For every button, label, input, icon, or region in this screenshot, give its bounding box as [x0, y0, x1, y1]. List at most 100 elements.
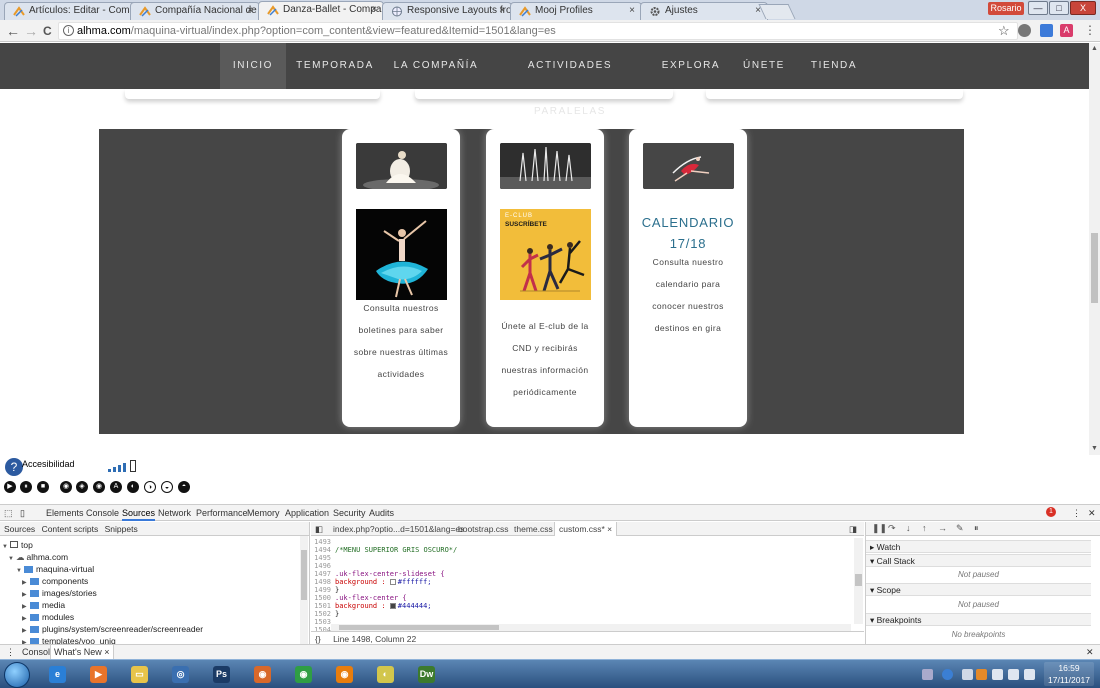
color-swatch[interactable]	[389, 579, 396, 585]
editor-vertical-scrollbar[interactable]	[854, 538, 863, 624]
bookmark-star-icon[interactable]: ☆	[998, 23, 1010, 39]
back-button[interactable]: ←	[6, 23, 20, 39]
eclub-card[interactable]: E-CLUB SUSCRÍBETE Únete al E-club de la …	[486, 129, 604, 427]
tab-application[interactable]: Application	[285, 508, 329, 518]
firefox-icon[interactable]: ◉	[245, 663, 279, 687]
pause-icon[interactable]: ⏸	[20, 481, 32, 493]
browser-tab[interactable]: Compañía Nacional de D ×	[130, 2, 260, 20]
scrollbar-thumb[interactable]	[301, 550, 307, 600]
breakpoints-pane-header[interactable]: ▾ Breakpoints	[866, 613, 1091, 626]
file-tab[interactable]: index.php?optio...d=1501&lang=es	[333, 524, 464, 534]
drawer-close-icon[interactable]: ✕	[1086, 647, 1094, 658]
deactivate-breakpoints-icon[interactable]: ✎	[956, 523, 964, 534]
accessibility-option-icon[interactable]: ◈	[76, 481, 88, 493]
extension-icon[interactable]	[1040, 24, 1053, 37]
photoshop-icon[interactable]: Ps	[204, 663, 238, 687]
pause-on-exceptions-icon[interactable]: ⏸	[974, 523, 979, 534]
nav-item-tienda[interactable]: TIENDA	[806, 43, 862, 89]
code-line[interactable]: 1494 /*MENU SUPERIOR GRIS OSCURO*/	[311, 546, 856, 554]
scrollbar-thumb[interactable]	[855, 574, 862, 586]
code-line[interactable]: 1499}	[311, 586, 856, 594]
tree-item[interactable]: ▶ components	[22, 576, 88, 586]
app-icon[interactable]: ◎	[163, 663, 197, 687]
help-tray-icon[interactable]	[942, 669, 953, 680]
stop-icon[interactable]: ■	[37, 481, 49, 493]
debugger-toggle-icon[interactable]: ◨	[849, 524, 857, 535]
inspect-element-icon[interactable]: ⬚	[4, 508, 13, 519]
contrast-icon[interactable]: ◒	[161, 481, 173, 493]
close-icon[interactable]: ×	[247, 5, 253, 16]
code-line[interactable]: 1495	[311, 554, 856, 562]
network-tray-icon[interactable]	[1008, 669, 1019, 680]
tree-item[interactable]: ▶ media	[22, 600, 65, 610]
device-toggle-icon[interactable]: ▯	[20, 508, 25, 519]
code-line[interactable]: 1498 background : #ffffff;	[311, 578, 856, 586]
browser-menu-icon[interactable]: ⋮	[1084, 22, 1096, 38]
system-clock[interactable]: 16:59 17/11/2017	[1044, 662, 1094, 686]
file-tab[interactable]: theme.css	[514, 524, 553, 534]
volume-tray-icon[interactable]	[1024, 669, 1035, 680]
close-icon[interactable]: ×	[499, 5, 505, 16]
code-line[interactable]: 1493	[311, 538, 856, 546]
window-close-button[interactable]: X	[1070, 1, 1096, 15]
accessibility-option-icon[interactable]: ◉	[60, 481, 72, 493]
nav-item-temporada[interactable]: TEMPORADA	[296, 43, 374, 89]
code-lines[interactable]: 1493 1494/*MENU SUPERIOR GRIS OSCURO*/149…	[311, 538, 856, 634]
line-number[interactable]: 1499	[311, 586, 331, 594]
tab-audits[interactable]: Audits	[369, 508, 394, 518]
browser-tab[interactable]: Responsive Layouts from ×	[382, 2, 512, 20]
browser-tab[interactable]: Ajustes ×	[640, 2, 768, 20]
nav-item-inicio[interactable]: INICIO	[220, 43, 286, 89]
line-number[interactable]: 1494	[311, 546, 331, 554]
line-number[interactable]: 1495	[311, 554, 331, 562]
font-size-icon[interactable]: A	[110, 481, 122, 493]
tree-item[interactable]: ▼ top	[2, 540, 33, 550]
subtab-sources[interactable]: Sources	[4, 524, 35, 534]
line-number[interactable]: 1502	[311, 610, 331, 618]
tray-icon[interactable]	[922, 669, 933, 680]
scroll-down-arrow-icon[interactable]: ▼	[1091, 445, 1098, 452]
profile-badge[interactable]: Rosario	[988, 2, 1024, 15]
code-line[interactable]: 1501 background : #444444;	[311, 602, 856, 610]
scope-pane-header[interactable]: ▾ Scope	[866, 583, 1091, 596]
tree-item[interactable]: ▶ images/stories	[22, 588, 97, 598]
browser-tab[interactable]: Artículos: Editar - Compa ×	[4, 2, 142, 20]
line-number[interactable]: 1497	[311, 570, 331, 578]
line-number[interactable]: 1501	[311, 602, 331, 610]
tray-icon[interactable]	[976, 669, 987, 680]
newsletter-card[interactable]: Consulta nuestros boletines para saber s…	[342, 129, 460, 427]
tree-item[interactable]: ▶ modules	[22, 612, 74, 622]
maximize-button[interactable]: □	[1049, 1, 1069, 15]
explorer-icon[interactable]: ▭	[122, 663, 156, 687]
volume-bar-icon[interactable]	[108, 469, 111, 472]
scrollbar-thumb[interactable]	[1091, 233, 1098, 303]
tab-sources[interactable]: Sources	[122, 508, 156, 521]
pdf-extension-icon[interactable]: A	[1060, 24, 1073, 37]
code-line[interactable]: 1497 .uk-flex-center-slideset {	[311, 570, 856, 578]
browser-tab[interactable]: Mooj Profiles ×	[510, 2, 642, 20]
volume-empty-icon[interactable]	[130, 460, 136, 472]
step-into-icon[interactable]: ↓	[906, 523, 911, 533]
tray-icon[interactable]	[962, 669, 973, 680]
nav-item-explora[interactable]: EXPLORA	[660, 43, 722, 89]
drawer-menu-icon[interactable]: ⋮	[6, 647, 15, 658]
drawer-tab-whats-new[interactable]: What's New ×	[50, 645, 114, 660]
accessibility-option-icon[interactable]: ◉	[93, 481, 105, 493]
tab-elements[interactable]: Elements	[46, 508, 84, 518]
forward-button[interactable]: →	[24, 23, 38, 39]
tab-network[interactable]: Network	[158, 508, 191, 518]
contrast-icon[interactable]: ◐	[127, 481, 139, 493]
scroll-up-arrow-icon[interactable]: ▲	[1091, 45, 1098, 52]
media-player-icon[interactable]: ▶	[81, 663, 115, 687]
line-number[interactable]: 1503	[311, 618, 331, 626]
browser-tab-active[interactable]: Danza-Ballet - Compañía ×	[258, 1, 384, 20]
line-number[interactable]: 1498	[311, 578, 331, 586]
ie-icon[interactable]: e	[40, 663, 74, 687]
tab-security[interactable]: Security	[333, 508, 366, 518]
contrast-icon[interactable]: ◓	[178, 481, 190, 493]
code-line[interactable]: 1502}	[311, 610, 856, 618]
step-icon[interactable]: →	[938, 523, 947, 533]
navigator-scrollbar[interactable]	[300, 536, 308, 645]
line-number[interactable]: 1496	[311, 562, 331, 570]
step-over-icon[interactable]: ↷	[888, 523, 896, 534]
